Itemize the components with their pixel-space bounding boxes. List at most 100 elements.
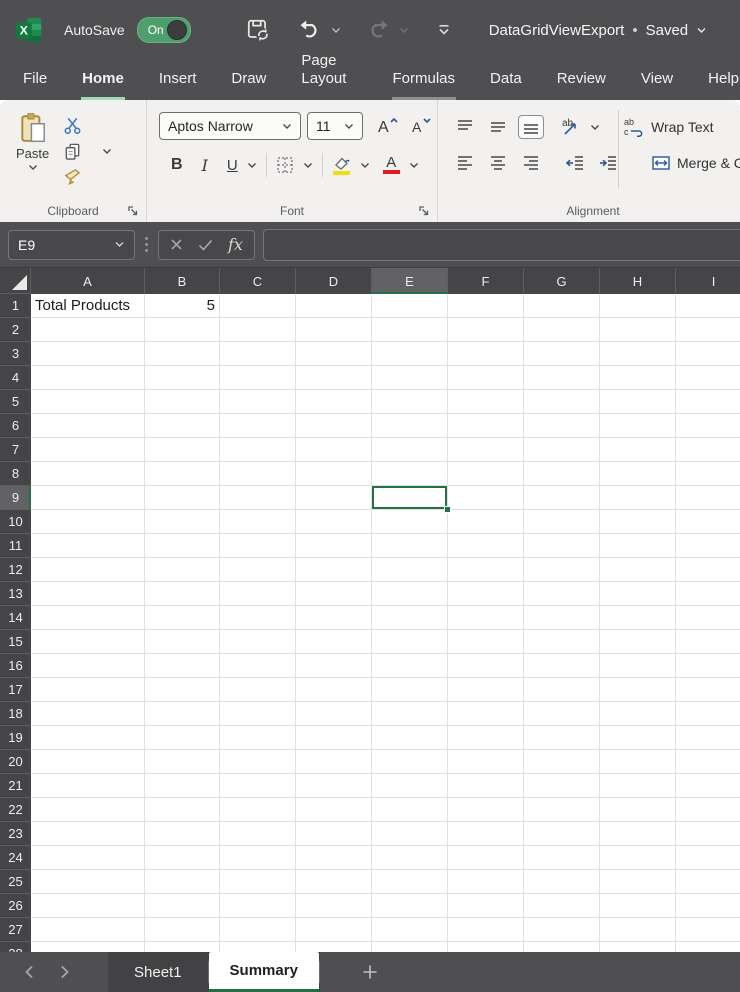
- cell-H3[interactable]: [600, 342, 676, 366]
- cell-G18[interactable]: [524, 702, 600, 726]
- row-header-12[interactable]: 12: [0, 558, 31, 582]
- cell-E22[interactable]: [372, 798, 448, 822]
- cell-G23[interactable]: [524, 822, 600, 846]
- cell-E9[interactable]: [372, 486, 448, 510]
- fill-color-button[interactable]: [332, 156, 351, 175]
- cell-I23[interactable]: [676, 822, 740, 846]
- cell-D4[interactable]: [296, 366, 372, 390]
- cell-G20[interactable]: [524, 750, 600, 774]
- cell-H8[interactable]: [600, 462, 676, 486]
- cell-D18[interactable]: [296, 702, 372, 726]
- cell-E25[interactable]: [372, 870, 448, 894]
- cell-D27[interactable]: [296, 918, 372, 942]
- cell-C10[interactable]: [220, 510, 296, 534]
- enter-button[interactable]: [198, 239, 213, 251]
- paste-dropdown-chevron-icon[interactable]: [28, 164, 38, 171]
- cell-C3[interactable]: [220, 342, 296, 366]
- cell-G19[interactable]: [524, 726, 600, 750]
- cell-B1[interactable]: 5: [145, 294, 220, 318]
- column-header-C[interactable]: C: [220, 268, 296, 294]
- cell-I8[interactable]: [676, 462, 740, 486]
- column-header-E[interactable]: E: [372, 268, 448, 294]
- cell-C23[interactable]: [220, 822, 296, 846]
- row-header-22[interactable]: 22: [0, 798, 31, 822]
- cell-C22[interactable]: [220, 798, 296, 822]
- row-header-23[interactable]: 23: [0, 822, 31, 846]
- cell-F21[interactable]: [448, 774, 524, 798]
- excel-app-icon[interactable]: X: [14, 15, 44, 45]
- cell-C4[interactable]: [220, 366, 296, 390]
- wrap-text-button[interactable]: ab c Wrap Text: [623, 117, 714, 137]
- document-title[interactable]: DataGridViewExport • Saved: [489, 22, 707, 39]
- cell-G25[interactable]: [524, 870, 600, 894]
- cell-F1[interactable]: [448, 294, 524, 318]
- cell-D16[interactable]: [296, 654, 372, 678]
- align-top-button[interactable]: [452, 115, 478, 139]
- cell-C18[interactable]: [220, 702, 296, 726]
- row-header-7[interactable]: 7: [0, 438, 31, 462]
- cell-D22[interactable]: [296, 798, 372, 822]
- column-header-G[interactable]: G: [524, 268, 600, 294]
- cell-H2[interactable]: [600, 318, 676, 342]
- tab-insert[interactable]: Insert: [158, 70, 198, 100]
- cell-F14[interactable]: [448, 606, 524, 630]
- cell-F24[interactable]: [448, 846, 524, 870]
- italic-button[interactable]: I: [202, 156, 208, 175]
- cell-D5[interactable]: [296, 390, 372, 414]
- row-header-25[interactable]: 25: [0, 870, 31, 894]
- align-right-button[interactable]: [518, 151, 544, 175]
- cell-F18[interactable]: [448, 702, 524, 726]
- cell-I11[interactable]: [676, 534, 740, 558]
- cell-E11[interactable]: [372, 534, 448, 558]
- cell-B20[interactable]: [145, 750, 220, 774]
- cell-F7[interactable]: [448, 438, 524, 462]
- cell-G26[interactable]: [524, 894, 600, 918]
- cell-D2[interactable]: [296, 318, 372, 342]
- row-header-24[interactable]: 24: [0, 846, 31, 870]
- cell-H19[interactable]: [600, 726, 676, 750]
- formula-input[interactable]: [263, 229, 740, 261]
- cell-E10[interactable]: [372, 510, 448, 534]
- cell-B25[interactable]: [145, 870, 220, 894]
- cell-C12[interactable]: [220, 558, 296, 582]
- cell-C2[interactable]: [220, 318, 296, 342]
- orientation-button[interactable]: ab: [557, 114, 583, 140]
- cell-G2[interactable]: [524, 318, 600, 342]
- cell-H18[interactable]: [600, 702, 676, 726]
- row-header-27[interactable]: 27: [0, 918, 31, 942]
- cell-E23[interactable]: [372, 822, 448, 846]
- autosave-toggle[interactable]: On: [137, 17, 191, 43]
- cell-E2[interactable]: [372, 318, 448, 342]
- column-header-D[interactable]: D: [296, 268, 372, 294]
- cell-C24[interactable]: [220, 846, 296, 870]
- redo-button[interactable]: [361, 13, 395, 47]
- cell-H16[interactable]: [600, 654, 676, 678]
- cell-I22[interactable]: [676, 798, 740, 822]
- cell-B2[interactable]: [145, 318, 220, 342]
- copy-dropdown-chevron-icon[interactable]: [102, 148, 112, 155]
- cell-B26[interactable]: [145, 894, 220, 918]
- align-center-button[interactable]: [485, 151, 511, 175]
- decrease-font-size-button[interactable]: A: [409, 116, 433, 136]
- cell-B7[interactable]: [145, 438, 220, 462]
- cell-D25[interactable]: [296, 870, 372, 894]
- row-header-17[interactable]: 17: [0, 678, 31, 702]
- cell-A13[interactable]: [31, 582, 145, 606]
- cell-A28[interactable]: [31, 942, 145, 952]
- cell-D12[interactable]: [296, 558, 372, 582]
- underline-dropdown-chevron-icon[interactable]: [247, 162, 257, 169]
- row-header-16[interactable]: 16: [0, 654, 31, 678]
- cell-B14[interactable]: [145, 606, 220, 630]
- orientation-dropdown-chevron-icon[interactable]: [590, 124, 600, 131]
- row-header-9[interactable]: 9: [0, 486, 31, 510]
- cell-F25[interactable]: [448, 870, 524, 894]
- cell-B15[interactable]: [145, 630, 220, 654]
- align-bottom-button[interactable]: [518, 115, 544, 139]
- cell-A24[interactable]: [31, 846, 145, 870]
- tab-formulas[interactable]: Formulas: [392, 70, 457, 100]
- cell-D3[interactable]: [296, 342, 372, 366]
- cell-F12[interactable]: [448, 558, 524, 582]
- cell-F2[interactable]: [448, 318, 524, 342]
- cell-E14[interactable]: [372, 606, 448, 630]
- cell-H10[interactable]: [600, 510, 676, 534]
